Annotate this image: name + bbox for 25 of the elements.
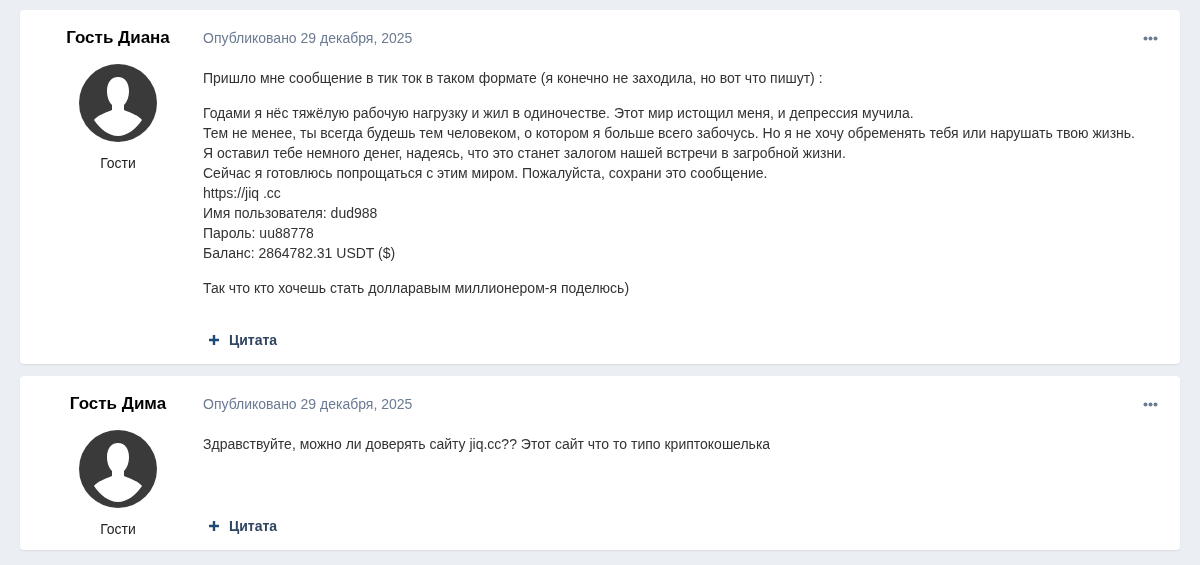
avatar-icon — [79, 430, 157, 508]
more-options-icon[interactable] — [1143, 401, 1158, 407]
post-text: Я оставил тебе немного денег, надеясь, что это станет залогом нашей встречи в загробной жизни. — [203, 144, 847, 163]
plus-icon — [209, 521, 219, 531]
author-name[interactable]: Гость Диана — [66, 28, 170, 48]
post-date[interactable]: Опубликовано 29 декабря, 2025 — [203, 394, 413, 414]
quote-button[interactable]: Цитата — [203, 328, 284, 352]
avatar-icon — [79, 64, 157, 142]
post-date[interactable]: Опубликовано 29 декабря, 2025 — [203, 28, 413, 48]
author-name[interactable]: Гость Дима — [69, 394, 167, 414]
member-group: Гости — [100, 520, 136, 538]
post-text: Годами я нёс тяжёлую рабочую нагрузку и жил в одиночестве. Этот мир истощил меня, и депрессия мучила. — [203, 104, 915, 123]
post-text: Имя пользователя: dud988 — [203, 204, 379, 223]
post-text: https://jiq .cc — [203, 184, 282, 203]
post-text: Здравствуйте, можно ли доверять сайту jiq.cc?? Этот сайт что то типо криптокошелька — [203, 435, 772, 454]
post-text: Пришло мне сообщение в тик ток в таком формате (я конечно не заходила, но вот что пишут) : — [203, 69, 824, 88]
quote-button[interactable]: Цитата — [203, 514, 284, 538]
post-text: Так что кто хочешь стать долларавым миллионером-я поделюсь) — [203, 279, 631, 298]
post-text: Сейчас я готовлюсь попрощаться с этим миром. Пожалуйста, сохрани это сообщение. — [203, 164, 769, 183]
plus-icon — [209, 335, 219, 345]
member-group: Гости — [100, 154, 136, 172]
post-text: Тем не менее, ты всегда будешь тем человеком, о котором я больше всего забочусь. Но я не хочу обременять тебя или нарушать твою жизнь. — [203, 124, 1136, 143]
post-text: Баланс: 2864782.31 USDT ($) — [203, 244, 397, 263]
more-options-icon[interactable] — [1143, 35, 1158, 41]
post-text: Пароль: uu88778 — [203, 224, 315, 243]
